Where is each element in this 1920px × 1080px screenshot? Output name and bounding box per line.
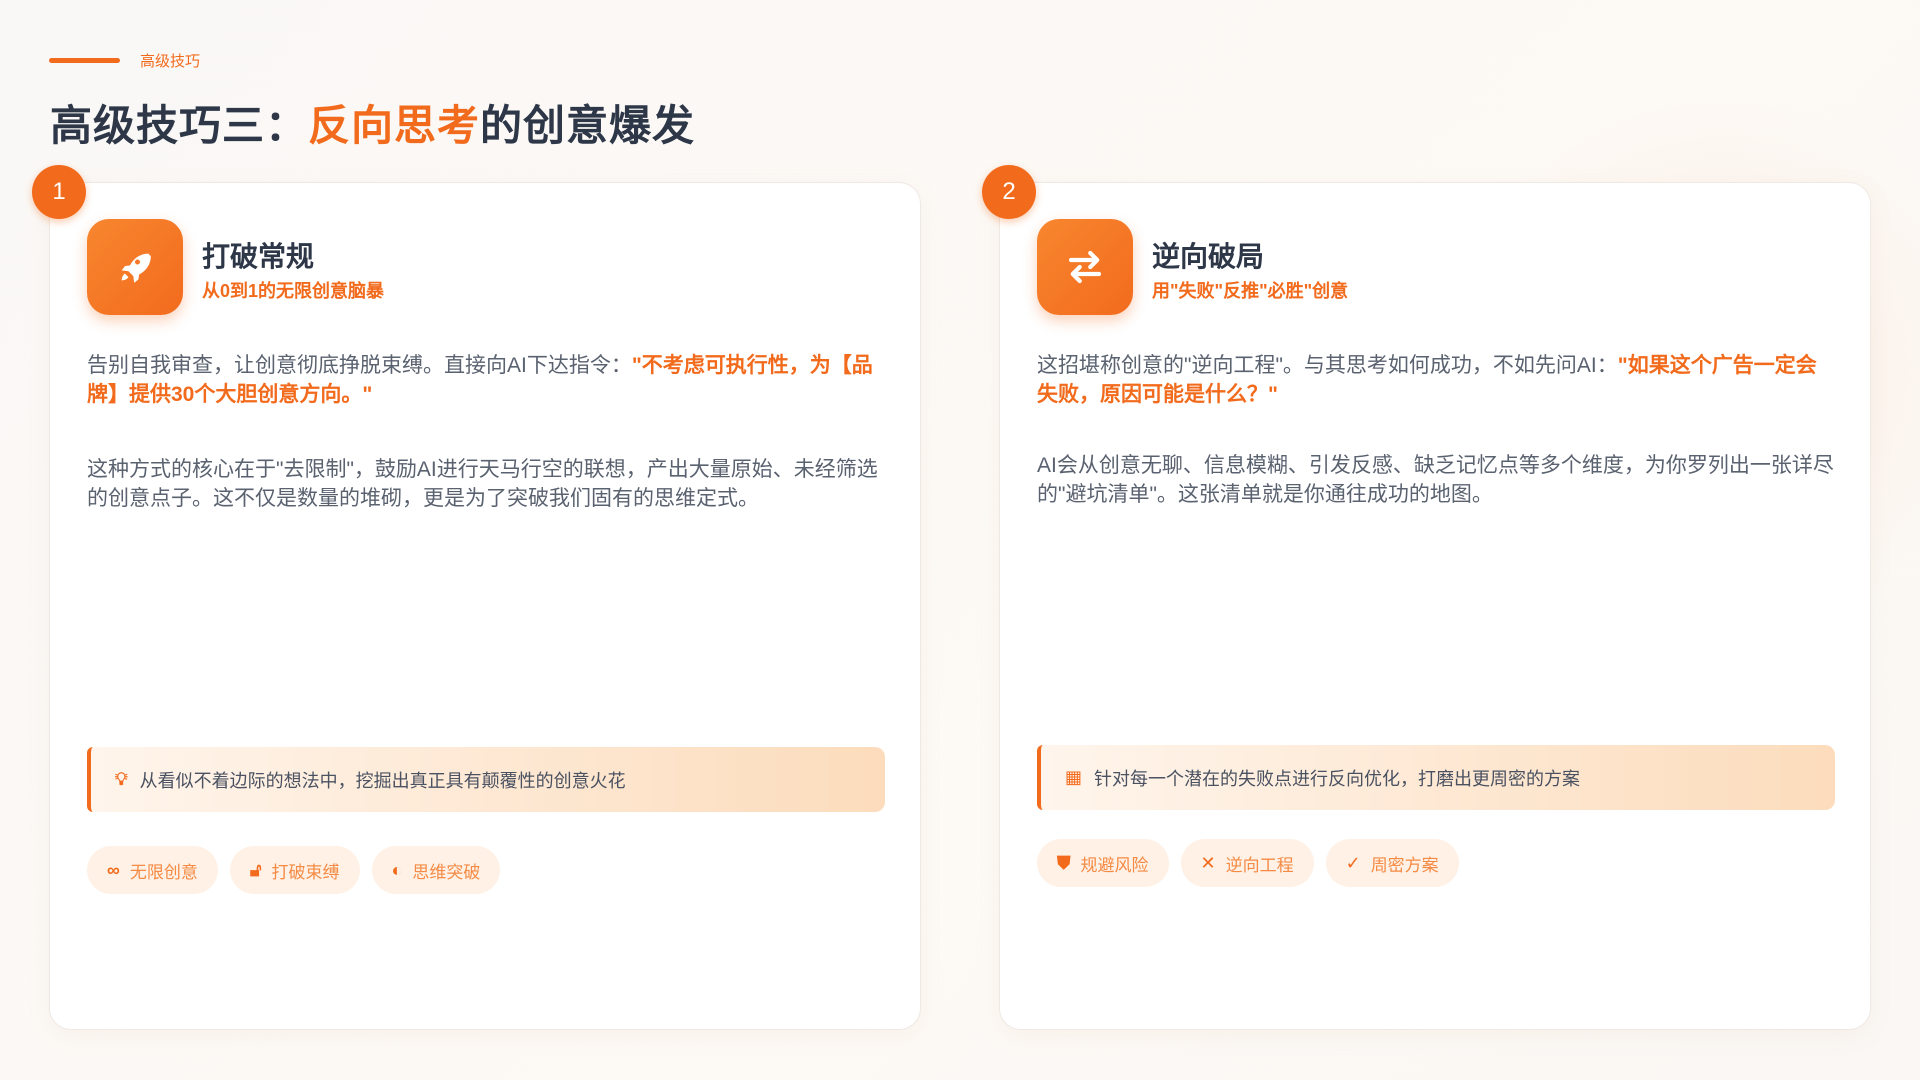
shield-icon: ⛊	[1057, 853, 1071, 874]
card-paragraph-1: 告别自我审查，让创意彻底挣脱束缚。直接向AI下达指令："不考虑可执行性，为【品牌…	[87, 351, 887, 409]
title-highlight: 反向思考	[308, 102, 480, 149]
tag-reverse-engineering: ✕ 逆向工程	[1181, 839, 1314, 887]
title-prefix: 高级技巧三：	[50, 102, 308, 149]
title-suffix: 的创意爆发	[480, 102, 695, 149]
card-paragraph-2: 这种方式的核心在于"去限制"，鼓励AI进行天马行空的联想，产出大量原始、未经筛选…	[87, 455, 887, 513]
tag-label: 逆向工程	[1226, 851, 1294, 876]
paragraph-text: 告别自我审查，让创意彻底挣脱束缚。直接向AI下达指令：	[87, 354, 632, 377]
card-title: 打破常规	[202, 235, 314, 275]
unlock-icon: 🔓︎	[250, 860, 262, 881]
card-subtitle: 用"失败"反推"必胜"创意	[1152, 277, 1348, 303]
tag-label: 周密方案	[1371, 851, 1439, 876]
tag-list: ∞ 无限创意 🔓︎ 打破束缚 ◐ 思维突破	[87, 846, 500, 894]
card-paragraph-2: AI会从创意无聊、信息模糊、引发反感、缺乏记忆点等多个维度，为你罗列出一张详尽的…	[1037, 451, 1837, 509]
card-number-badge: 1	[32, 165, 86, 219]
card-title: 逆向破局	[1152, 235, 1264, 275]
map-icon: ▦	[1065, 767, 1082, 788]
infinity-icon: ∞	[107, 860, 120, 881]
tools-icon: ✕	[1201, 853, 1216, 874]
eyebrow-label: 高级技巧	[140, 50, 200, 71]
callout-box: 💡︎ 从看似不着边际的想法中，挖掘出真正具有颠覆性的创意火花	[87, 747, 885, 812]
tag-label: 打破束缚	[272, 858, 340, 883]
page-title: 高级技巧三：反向思考的创意爆发	[50, 92, 695, 153]
rocket-icon	[87, 219, 183, 315]
card-number-badge: 2	[982, 165, 1036, 219]
accent-line	[49, 58, 120, 63]
callout-box: ▦ 针对每一个潜在的失败点进行反向优化，打磨出更周密的方案	[1037, 745, 1835, 810]
section-eyebrow: 高级技巧	[49, 50, 200, 71]
tag-avoid-risk: ⛊ 规避风险	[1037, 839, 1169, 887]
tag-label: 思维突破	[412, 858, 480, 883]
brain-icon: ◐	[392, 860, 403, 881]
tag-label: 规避风险	[1081, 851, 1149, 876]
check-double-icon: ✓	[1346, 853, 1361, 874]
callout-text: 从看似不着边际的想法中，挖掘出真正具有颠覆性的创意火花	[140, 767, 626, 793]
callout-text: 针对每一个潜在的失败点进行反向优化，打磨出更周密的方案	[1094, 765, 1580, 791]
tag-infinite-creativity: ∞ 无限创意	[87, 846, 218, 894]
tip-card-2: 2 逆向破局 用"失败"反推"必胜"创意 这招堪称创意的"逆向工程"。与其思考如…	[999, 182, 1871, 1030]
tag-thorough-plan: ✓ 周密方案	[1326, 839, 1459, 887]
card-paragraph-1: 这招堪称创意的"逆向工程"。与其思考如何成功，不如先问AI："如果这个广告一定会…	[1037, 351, 1837, 409]
card-subtitle: 从0到1的无限创意脑暴	[202, 277, 384, 303]
tag-thinking-breakthrough: ◐ 思维突破	[372, 846, 501, 894]
swap-arrows-icon	[1037, 219, 1133, 315]
tag-list: ⛊ 规避风险 ✕ 逆向工程 ✓ 周密方案	[1037, 839, 1459, 887]
tag-break-constraints: 🔓︎ 打破束缚	[230, 846, 360, 894]
tag-label: 无限创意	[130, 858, 198, 883]
paragraph-text: 这招堪称创意的"逆向工程"。与其思考如何成功，不如先问AI：	[1037, 354, 1618, 377]
lightbulb-icon: 💡︎	[115, 769, 128, 790]
tip-card-1: 1 打破常规 从0到1的无限创意脑暴 告别自我审查，让创意彻底挣脱束缚。直接向A…	[49, 182, 921, 1030]
